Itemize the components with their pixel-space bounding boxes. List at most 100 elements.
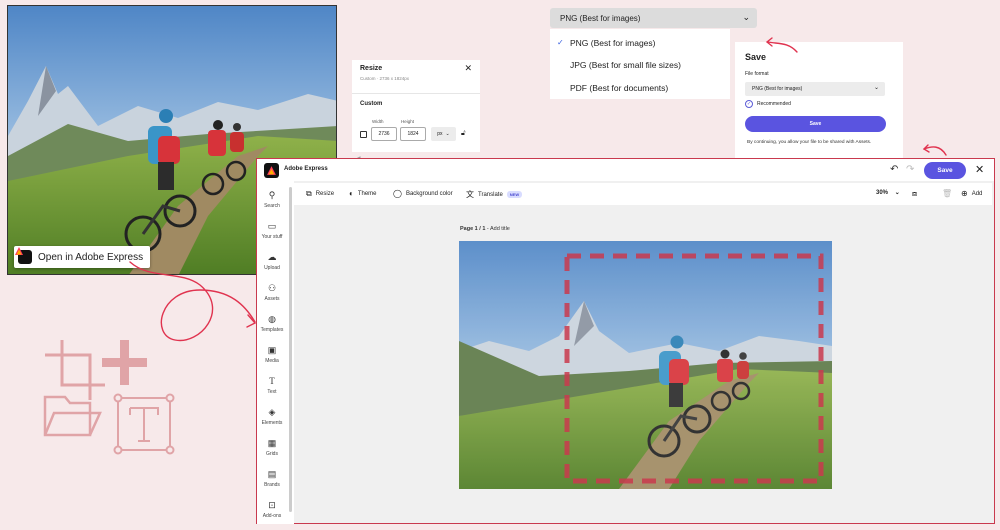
adobe-express-logo-icon — [15, 247, 32, 264]
check-icon: ✓ — [557, 38, 564, 47]
rail-item-your-stuff[interactable]: ▭ Your stuff — [257, 221, 287, 240]
add-ons-icon: ⊡ — [268, 500, 276, 510]
format-selected-value: PNG (Best for images) — [560, 13, 641, 23]
save-panel-title: Save — [745, 52, 767, 62]
resize-panel: Resize Custom · 2736 x 1824px ✕ Custom W… — [352, 60, 480, 152]
trash-icon[interactable]: 🗑︎ — [942, 189, 952, 198]
rail-label: Elements — [261, 420, 283, 426]
file-format-value: PNG (Best for images) — [752, 86, 803, 92]
resize-label: Resize — [315, 191, 335, 197]
add-label: Add — [971, 190, 983, 197]
divider — [352, 93, 480, 94]
width-input[interactable]: 2736 — [371, 127, 397, 141]
lock-icon[interactable]: 🔓︎ — [461, 130, 466, 138]
rail-item-grids[interactable]: ▦ Grids — [257, 438, 287, 457]
canvas-image[interactable] — [459, 241, 832, 489]
format-option-pdf[interactable]: PDF (Best for documents) — [570, 83, 668, 93]
height-input[interactable]: 1824 — [400, 127, 426, 141]
background-color-button[interactable]: ◯ Background color — [393, 189, 453, 198]
editor-window: Adobe Express ↶ ↷ Save ✕ ⧉ Resize ◐ Them… — [256, 158, 995, 524]
rail-item-add-ons[interactable]: ⊡ Add-ons — [257, 500, 287, 519]
left-rail: ⚲ Search ▭ Your stuff ☁ Upload ⚇ Assets ◍ Tem… — [257, 181, 294, 524]
translate-icon: 文 — [466, 190, 474, 199]
format-option-png[interactable]: PNG (Best for images) — [570, 38, 656, 48]
media-icon: ▣ — [267, 345, 277, 355]
open-in-express-label: Open in Adobe Express — [38, 251, 144, 263]
rail-item-brands[interactable]: ▤ Brands — [257, 469, 287, 488]
theme-label: Theme — [357, 190, 377, 197]
editor-header: Adobe Express ↶ ↷ Save ✕ — [257, 159, 994, 181]
brand-icon: ▤ — [267, 469, 277, 479]
rail-label: Brands — [264, 482, 280, 488]
new-badge: NEW — [506, 191, 523, 198]
resize-subtitle: Custom · 2736 x 1824px — [360, 76, 410, 81]
rail-item-media[interactable]: ▣ Media — [257, 345, 287, 364]
palette-icon: ◐ — [349, 189, 354, 198]
crop-icon — [60, 340, 105, 387]
templates-icon: ◍ — [268, 314, 276, 324]
text-box-icon — [113, 393, 175, 455]
save-button[interactable]: Save — [924, 162, 966, 179]
rail-item-text[interactable]: T Text — [257, 376, 287, 395]
unit-value: px — [437, 131, 443, 137]
recommended-label: Recommended — [757, 101, 791, 107]
file-format-select[interactable]: PNG (Best for images) ⌄ — [745, 82, 885, 96]
app-name: Adobe Express — [284, 166, 328, 172]
translate-label: Translate — [478, 191, 503, 198]
chevron-down-icon: ⌄ — [873, 85, 879, 91]
format-select[interactable]: PNG (Best for images) ⌄ — [550, 8, 757, 28]
rail-item-search[interactable]: ⚲ Search — [257, 190, 287, 209]
upload-cloud-icon: ☁ — [267, 252, 277, 262]
rail-item-templates[interactable]: ◍ Templates — [257, 314, 287, 333]
add-circle-icon: ⊕ — [961, 189, 968, 198]
close-icon[interactable]: ✕ — [464, 63, 472, 74]
save-panel: Save File format PNG (Best for images) ⌄… — [735, 42, 903, 160]
rail-label: Add-ons — [262, 513, 282, 519]
rail-item-assets[interactable]: ⚇ Assets — [257, 283, 287, 302]
custom-section-label: Custom — [360, 101, 383, 107]
rail-label: Media — [265, 358, 279, 364]
unit-select[interactable]: px ⌄ — [431, 127, 456, 141]
height-label: Height — [401, 119, 415, 124]
resize-button[interactable]: ⧉ Resize — [306, 189, 334, 199]
open-in-express-button[interactable]: Open in Adobe Express — [14, 246, 151, 268]
rail-scrollbar[interactable] — [289, 187, 292, 512]
translate-button[interactable]: 文 Translate NEW — [466, 189, 523, 200]
redo-icon[interactable]: ↷ — [906, 164, 914, 175]
grid-icon: ▦ — [267, 438, 277, 448]
save-panel-save-button[interactable]: Save — [745, 116, 886, 132]
background-color-label: Background color — [405, 190, 453, 197]
rail-label: Assets — [264, 296, 280, 302]
undo-icon[interactable]: ↶ — [890, 164, 898, 175]
file-format-label: File format — [745, 71, 769, 77]
plus-icon — [102, 340, 147, 385]
rail-label: Grids — [266, 451, 278, 457]
resize-icon: ⧉ — [306, 189, 312, 198]
rail-label: Search — [264, 203, 280, 209]
page-number: Page 1 / 1 — [460, 226, 486, 232]
format-menu: ✓ PNG (Best for images) JPG (Best for sm… — [550, 29, 730, 99]
search-icon: ⚲ — [268, 190, 276, 200]
aspect-checkbox[interactable] — [360, 131, 367, 138]
format-option-jpg[interactable]: JPG (Best for small file sizes) — [570, 60, 681, 70]
folder-icon — [43, 395, 102, 437]
text-icon: T — [269, 376, 275, 386]
add-title-link[interactable]: - Add title — [485, 226, 510, 232]
folder-icon: ▭ — [267, 221, 277, 231]
rail-label: Templates — [260, 327, 284, 333]
adobe-express-logo-icon — [264, 163, 279, 178]
theme-button[interactable]: ◐ Theme — [349, 189, 377, 198]
rail-label: Text — [267, 389, 277, 395]
check-circle-icon: ✓ — [745, 100, 753, 108]
duplicate-page-icon[interactable]: ⧈ — [912, 189, 917, 199]
add-button[interactable]: ⊕ Add — [961, 189, 982, 198]
chevron-down-icon: ⌄ — [445, 131, 450, 137]
zoom-select[interactable]: 30% ⌄ — [876, 189, 900, 196]
color-circle-icon: ◯ — [393, 189, 402, 198]
rail-item-upload[interactable]: ☁ Upload — [257, 252, 287, 271]
close-icon[interactable]: ✕ — [975, 163, 984, 176]
recommended-badge: ✓ Recommended — [745, 100, 791, 108]
rail-item-elements[interactable]: ◈ Elements — [257, 407, 287, 426]
shapes-icon: ◈ — [268, 407, 276, 417]
rail-label: Upload — [264, 265, 280, 271]
